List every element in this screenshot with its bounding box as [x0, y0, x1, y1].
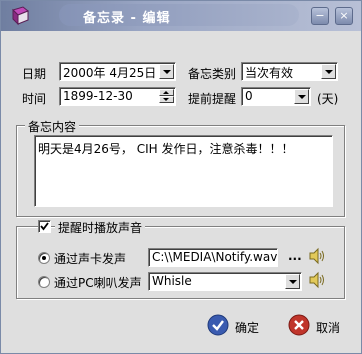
play-sound-checkbox[interactable] — [38, 220, 51, 233]
category-value: 当次有效 — [245, 66, 294, 80]
check-circle-icon — [207, 314, 229, 336]
title-pill: 备忘录 - 编辑 — [59, 4, 299, 26]
time-spinner[interactable] — [159, 89, 174, 104]
content-group: 备忘内容 明天是4月26号， CIH 发作日，注意杀毒！！！ — [16, 118, 345, 217]
spin-down-icon[interactable] — [159, 96, 174, 103]
pc-sound-value: Whisle — [152, 274, 192, 288]
pc-sound-dropdown-button[interactable] — [285, 274, 300, 289]
soundcard-radio[interactable] — [38, 252, 50, 264]
cancel-button[interactable]: 取消 — [288, 314, 348, 338]
title-bar[interactable]: 备忘录 - 编辑 − × — [1, 1, 361, 31]
date-value: 2000年 4月25日 — [63, 66, 157, 80]
date-label: 日期 — [22, 67, 47, 81]
category-select[interactable]: 当次有效 — [241, 62, 338, 81]
close-button[interactable]: × — [335, 7, 353, 25]
time-input[interactable]: 1899-12-30 — [59, 87, 176, 106]
sound-file-value: C:\\MEDIA\Notify.wav — [152, 250, 278, 264]
ok-label: 确定 — [235, 321, 260, 335]
time-label: 时间 — [22, 92, 47, 106]
remind-days-select[interactable]: 0 — [241, 87, 311, 106]
time-value: 1899-12-30 — [63, 89, 133, 103]
spin-up-icon[interactable] — [159, 89, 174, 96]
memo-text: 明天是4月26号， CIH 发作日，注意杀毒！！！ — [38, 142, 294, 156]
pc-speaker-label: 通过PC喇叭发声 — [54, 276, 142, 290]
speaker-icon[interactable] — [308, 246, 326, 266]
category-label: 备忘类别 — [188, 67, 237, 81]
date-dropdown-button[interactable] — [159, 64, 174, 79]
speaker-icon[interactable] — [308, 270, 326, 290]
sound-file-input[interactable]: C:\\MEDIA\Notify.wav — [148, 248, 278, 267]
content-group-title: 备忘内容 — [25, 118, 80, 135]
date-picker[interactable]: 2000年 4月25日 — [59, 62, 176, 81]
remind-unit: (天) — [317, 92, 339, 106]
memo-textarea[interactable]: 明天是4月26号， CIH 发作日，注意杀毒！！！ — [34, 135, 333, 207]
cancel-label: 取消 — [316, 321, 341, 335]
remind-value: 0 — [245, 89, 253, 103]
checkmark-icon — [40, 222, 49, 231]
cancel-circle-icon — [288, 314, 310, 336]
category-dropdown-button[interactable] — [321, 64, 336, 79]
memo-edit-window: 备忘录 - 编辑 − × 日期 2000年 4月25日 备忘类别 当次有效 时间… — [0, 0, 362, 354]
sound-group: 提醒时播放声音 通过声卡发声 C:\\MEDIA\Notify.wav ... … — [16, 219, 345, 299]
book-icon — [12, 6, 29, 26]
pc-speaker-radio[interactable] — [38, 276, 50, 288]
play-sound-label: 提醒时播放声音 — [55, 219, 146, 236]
soundcard-label: 通过声卡发声 — [54, 252, 127, 266]
window-title: 备忘录 - 编辑 — [83, 11, 171, 26]
pc-sound-select[interactable]: Whisle — [148, 272, 302, 291]
browse-button[interactable]: ... — [288, 249, 302, 263]
remind-label: 提前提醒 — [188, 92, 237, 106]
minimize-button[interactable]: − — [311, 7, 329, 25]
remind-dropdown-button[interactable] — [294, 89, 309, 104]
ok-button[interactable]: 确定 — [207, 314, 267, 338]
